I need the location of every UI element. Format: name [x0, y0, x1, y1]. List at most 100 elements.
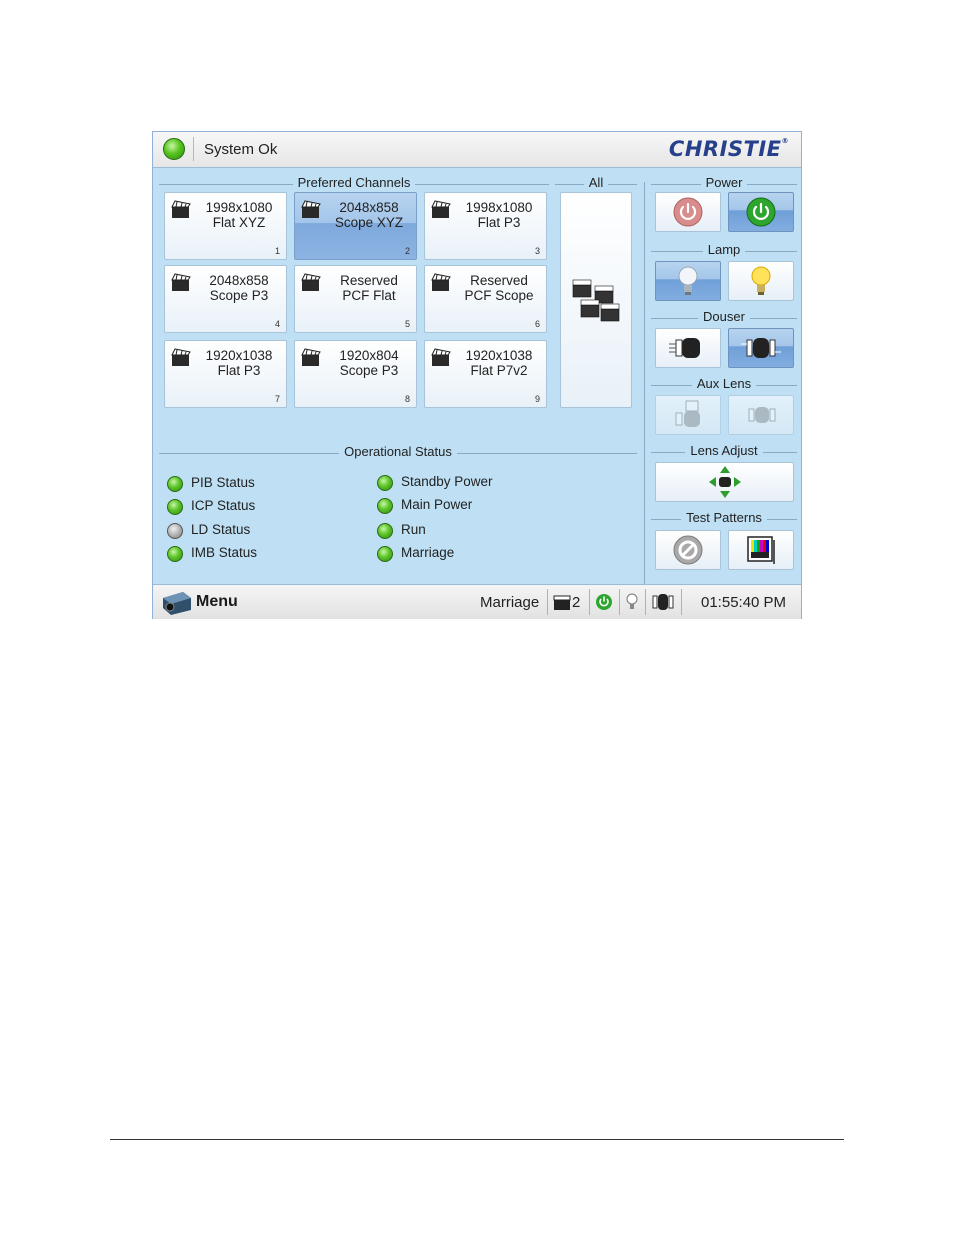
projector-control-panel: System Ok CHRISTIE® Preferred Channels A…: [152, 131, 802, 619]
status-led: [377, 546, 393, 562]
all-label: All: [583, 176, 609, 190]
test-patterns-caption: Test Patterns: [651, 511, 797, 525]
channel-format: PCF Flat: [342, 288, 396, 303]
channel-resolution: 1920x1038: [205, 348, 273, 363]
douser-caption: Douser: [651, 310, 797, 324]
channel-tile-9[interactable]: 1920x1038 Flat P7v2 9: [424, 340, 547, 408]
channel-number: 1: [274, 246, 280, 256]
douser-closed-button[interactable]: [655, 328, 721, 368]
all-caption: All: [555, 176, 637, 190]
channel-number: 5: [404, 319, 410, 329]
operational-status-caption: Operational Status: [159, 445, 637, 459]
lens-adjust-caption: Lens Adjust: [651, 444, 797, 458]
channel-number: 6: [534, 319, 540, 329]
channels-icon: [572, 279, 620, 322]
status-led: [167, 499, 183, 515]
channel-number: 8: [404, 394, 410, 404]
channel-tile-6[interactable]: Reserved PCF Scope 6: [424, 265, 547, 333]
power-status-icon: [596, 594, 612, 610]
page-bottom-rule: [110, 1139, 844, 1140]
footer-divider: [589, 589, 590, 615]
system-status-led: [163, 138, 185, 160]
test-pattern-off-button[interactable]: [655, 530, 721, 570]
channel-format: Scope P3: [339, 363, 399, 378]
channel-resolution: 1920x1038: [465, 348, 533, 363]
channel-resolution: 1920x804: [339, 348, 399, 363]
aux-lens-out-button[interactable]: [728, 395, 794, 435]
channel-format: PCF Scope: [464, 288, 534, 303]
preferred-channels-label: Preferred Channels: [292, 176, 416, 190]
channel-clapper-icon: [553, 595, 571, 610]
aux-lens-label: Aux Lens: [691, 377, 757, 391]
lens-adjust-arrows-icon: [708, 466, 741, 498]
menu-button[interactable]: Menu: [196, 593, 238, 611]
channel-number: 2: [404, 246, 410, 256]
channel-tile-2[interactable]: 2048x858 Scope XYZ 2: [294, 192, 417, 260]
channel-resolution: Reserved: [340, 273, 398, 288]
vertical-divider: [644, 182, 645, 586]
douser-open-button[interactable]: [728, 328, 794, 368]
channel-number: 3: [534, 246, 540, 256]
test-pattern-on-button[interactable]: [728, 530, 794, 570]
douser-label: Douser: [698, 310, 750, 324]
channel-format: Scope XYZ: [334, 215, 404, 230]
power-on-button[interactable]: [728, 192, 794, 232]
operational-status-label: Operational Status: [339, 445, 457, 459]
preferred-channels-caption: Preferred Channels: [159, 176, 549, 190]
system-status-text: System Ok: [204, 141, 278, 158]
lens-adjust-button[interactable]: [655, 462, 794, 502]
channel-format: Scope P3: [209, 288, 269, 303]
channel-tile-4[interactable]: 2048x858 Scope P3 4: [164, 265, 287, 333]
status-label: PIB Status: [191, 475, 255, 490]
status-label: Marriage: [401, 545, 455, 560]
status-label: IMB Status: [191, 545, 258, 560]
status-label: Run: [401, 522, 426, 537]
power-off-button[interactable]: [655, 192, 721, 232]
header-divider: [193, 137, 194, 161]
status-led: [167, 476, 183, 492]
douser-open-icon: [741, 338, 781, 358]
channel-tile-1[interactable]: 1998x1080 Flat XYZ 1: [164, 192, 287, 260]
channel-format: Flat P3: [477, 215, 521, 230]
douser-status-icon: [652, 594, 674, 610]
header-bar: System Ok CHRISTIE®: [153, 132, 801, 168]
channel-resolution: 1998x1080: [205, 200, 273, 215]
projector-icon[interactable]: [161, 590, 193, 616]
lamp-caption: Lamp: [651, 243, 797, 257]
lamp-status-icon: [626, 593, 638, 609]
current-channel-number: 2: [572, 594, 581, 611]
power-label: Power: [700, 176, 748, 190]
channel-resolution: Reserved: [470, 273, 528, 288]
footer-divider: [681, 589, 682, 615]
test-patterns-label: Test Patterns: [681, 511, 767, 525]
marriage-indicator: Marriage: [480, 594, 540, 611]
status-label: Main Power: [401, 497, 473, 512]
channel-tile-5[interactable]: Reserved PCF Flat 5: [294, 265, 417, 333]
status-label: Standby Power: [401, 474, 493, 489]
status-led: [377, 498, 393, 514]
lamp-on-button[interactable]: [728, 261, 794, 301]
channel-resolution: 2048x858: [209, 273, 269, 288]
status-led: [167, 546, 183, 562]
no-pattern-icon: [673, 535, 703, 565]
power-caption: Power: [651, 176, 797, 190]
footer-divider: [645, 589, 646, 615]
christie-logo: CHRISTIE®: [668, 137, 789, 161]
channel-number: 9: [534, 394, 540, 404]
footer-divider: [619, 589, 620, 615]
status-label: LD Status: [191, 522, 251, 537]
channel-resolution: 2048x858: [339, 200, 399, 215]
all-channels-button[interactable]: [560, 192, 632, 408]
status-led: [167, 523, 183, 539]
channel-number: 4: [274, 319, 280, 329]
aux-lens-in-button[interactable]: [655, 395, 721, 435]
channel-tile-7[interactable]: 1920x1038 Flat P3 7: [164, 340, 287, 408]
power-off-icon: [673, 197, 703, 227]
lamp-off-button[interactable]: [655, 261, 721, 301]
channel-tile-3[interactable]: 1998x1080 Flat P3 3: [424, 192, 547, 260]
test-pattern-icon: [747, 536, 775, 564]
channel-resolution: 1998x1080: [465, 200, 533, 215]
channel-tile-8[interactable]: 1920x804 Scope P3 8: [294, 340, 417, 408]
channel-format: Flat XYZ: [212, 215, 266, 230]
lamp-on-icon: [751, 266, 771, 295]
